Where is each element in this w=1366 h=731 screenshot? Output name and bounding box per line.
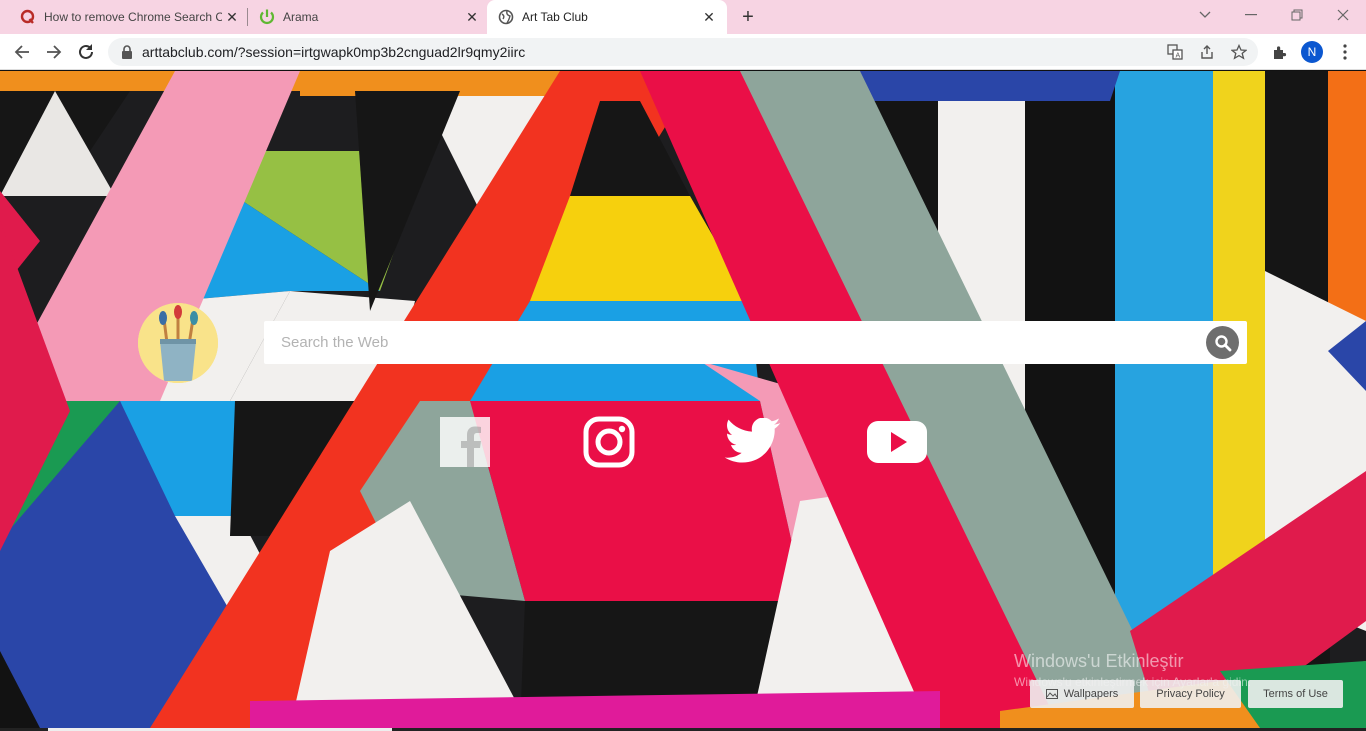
geometric-wallpaper bbox=[0, 71, 1366, 728]
terms-of-use-link[interactable]: Terms of Use bbox=[1248, 680, 1343, 708]
search-button[interactable] bbox=[1206, 326, 1239, 359]
reload-button[interactable] bbox=[74, 40, 98, 64]
extensions-icon[interactable] bbox=[1268, 40, 1292, 64]
restore-button[interactable] bbox=[1274, 0, 1320, 30]
tab-title: Art Tab Club bbox=[522, 10, 588, 24]
paintbrush-cup-icon bbox=[138, 303, 218, 383]
new-tab-button[interactable]: + bbox=[737, 6, 759, 28]
search-icon bbox=[1214, 334, 1231, 351]
quora-icon bbox=[20, 9, 36, 25]
search-input[interactable] bbox=[264, 321, 1199, 364]
tab-how-to-remove[interactable]: How to remove Chrome Search Co ✕ bbox=[10, 0, 246, 34]
search-box bbox=[264, 321, 1247, 364]
facebook-icon bbox=[440, 417, 490, 467]
instagram-icon bbox=[583, 416, 635, 468]
close-window-button[interactable] bbox=[1320, 0, 1366, 30]
youtube-icon bbox=[867, 421, 927, 463]
tab-art-tab-club[interactable]: Art Tab Club ✕ bbox=[487, 0, 727, 34]
close-tab-icon[interactable]: ✕ bbox=[701, 9, 717, 25]
tab-strip: How to remove Chrome Search Co ✕ Arama ✕… bbox=[0, 0, 1366, 34]
back-button[interactable] bbox=[10, 40, 34, 64]
url-text[interactable]: arttabclub.com/?session=irtgwapk0mp3b2cn… bbox=[142, 44, 525, 60]
terms-of-use-label: Terms of Use bbox=[1263, 688, 1328, 700]
tab-search-icon[interactable] bbox=[1182, 0, 1228, 30]
wallpapers-label: Wallpapers bbox=[1063, 688, 1119, 700]
share-icon[interactable] bbox=[1198, 43, 1216, 61]
art-tab-club-logo[interactable] bbox=[138, 303, 218, 383]
lock-icon[interactable] bbox=[118, 43, 136, 61]
tab-title: How to remove Chrome Search Co bbox=[44, 10, 222, 24]
tab-arama[interactable]: Arama ✕ bbox=[248, 0, 486, 34]
menu-kebab-icon[interactable] bbox=[1333, 40, 1357, 64]
privacy-policy-link[interactable]: Privacy Policy bbox=[1140, 680, 1241, 708]
power-icon bbox=[258, 8, 276, 26]
profile-initial: N bbox=[1307, 45, 1317, 59]
address-bar[interactable]: arttabclub.com/?session=irtgwapk0mp3b2cn… bbox=[108, 38, 1258, 66]
instagram-link[interactable] bbox=[578, 415, 640, 469]
profile-avatar[interactable]: N bbox=[1301, 41, 1323, 63]
youtube-link[interactable] bbox=[866, 415, 928, 469]
tab-title: Arama bbox=[283, 10, 319, 24]
bookmark-star-icon[interactable] bbox=[1230, 43, 1248, 61]
privacy-policy-label: Privacy Policy bbox=[1156, 688, 1225, 700]
globe-icon bbox=[498, 9, 514, 25]
activation-title: Windows'u Etkinleştir bbox=[1014, 651, 1184, 671]
wallpapers-button[interactable]: Wallpapers bbox=[1030, 680, 1134, 708]
facebook-link[interactable] bbox=[434, 415, 496, 469]
close-tab-icon[interactable]: ✕ bbox=[464, 9, 480, 25]
browser-toolbar: arttabclub.com/?session=irtgwapk0mp3b2cn… bbox=[0, 34, 1366, 70]
twitter-link[interactable] bbox=[722, 415, 784, 469]
minimize-button[interactable] bbox=[1228, 0, 1274, 30]
forward-button[interactable] bbox=[42, 40, 66, 64]
svg-text:A: A bbox=[1176, 53, 1181, 60]
close-tab-icon[interactable]: ✕ bbox=[224, 9, 240, 25]
image-icon bbox=[1045, 689, 1058, 699]
translate-icon[interactable]: A bbox=[1166, 43, 1184, 61]
twitter-icon bbox=[724, 418, 781, 463]
new-tab-page: Windows'u Etkinleştir Windows'u etkinleş… bbox=[0, 71, 1366, 728]
